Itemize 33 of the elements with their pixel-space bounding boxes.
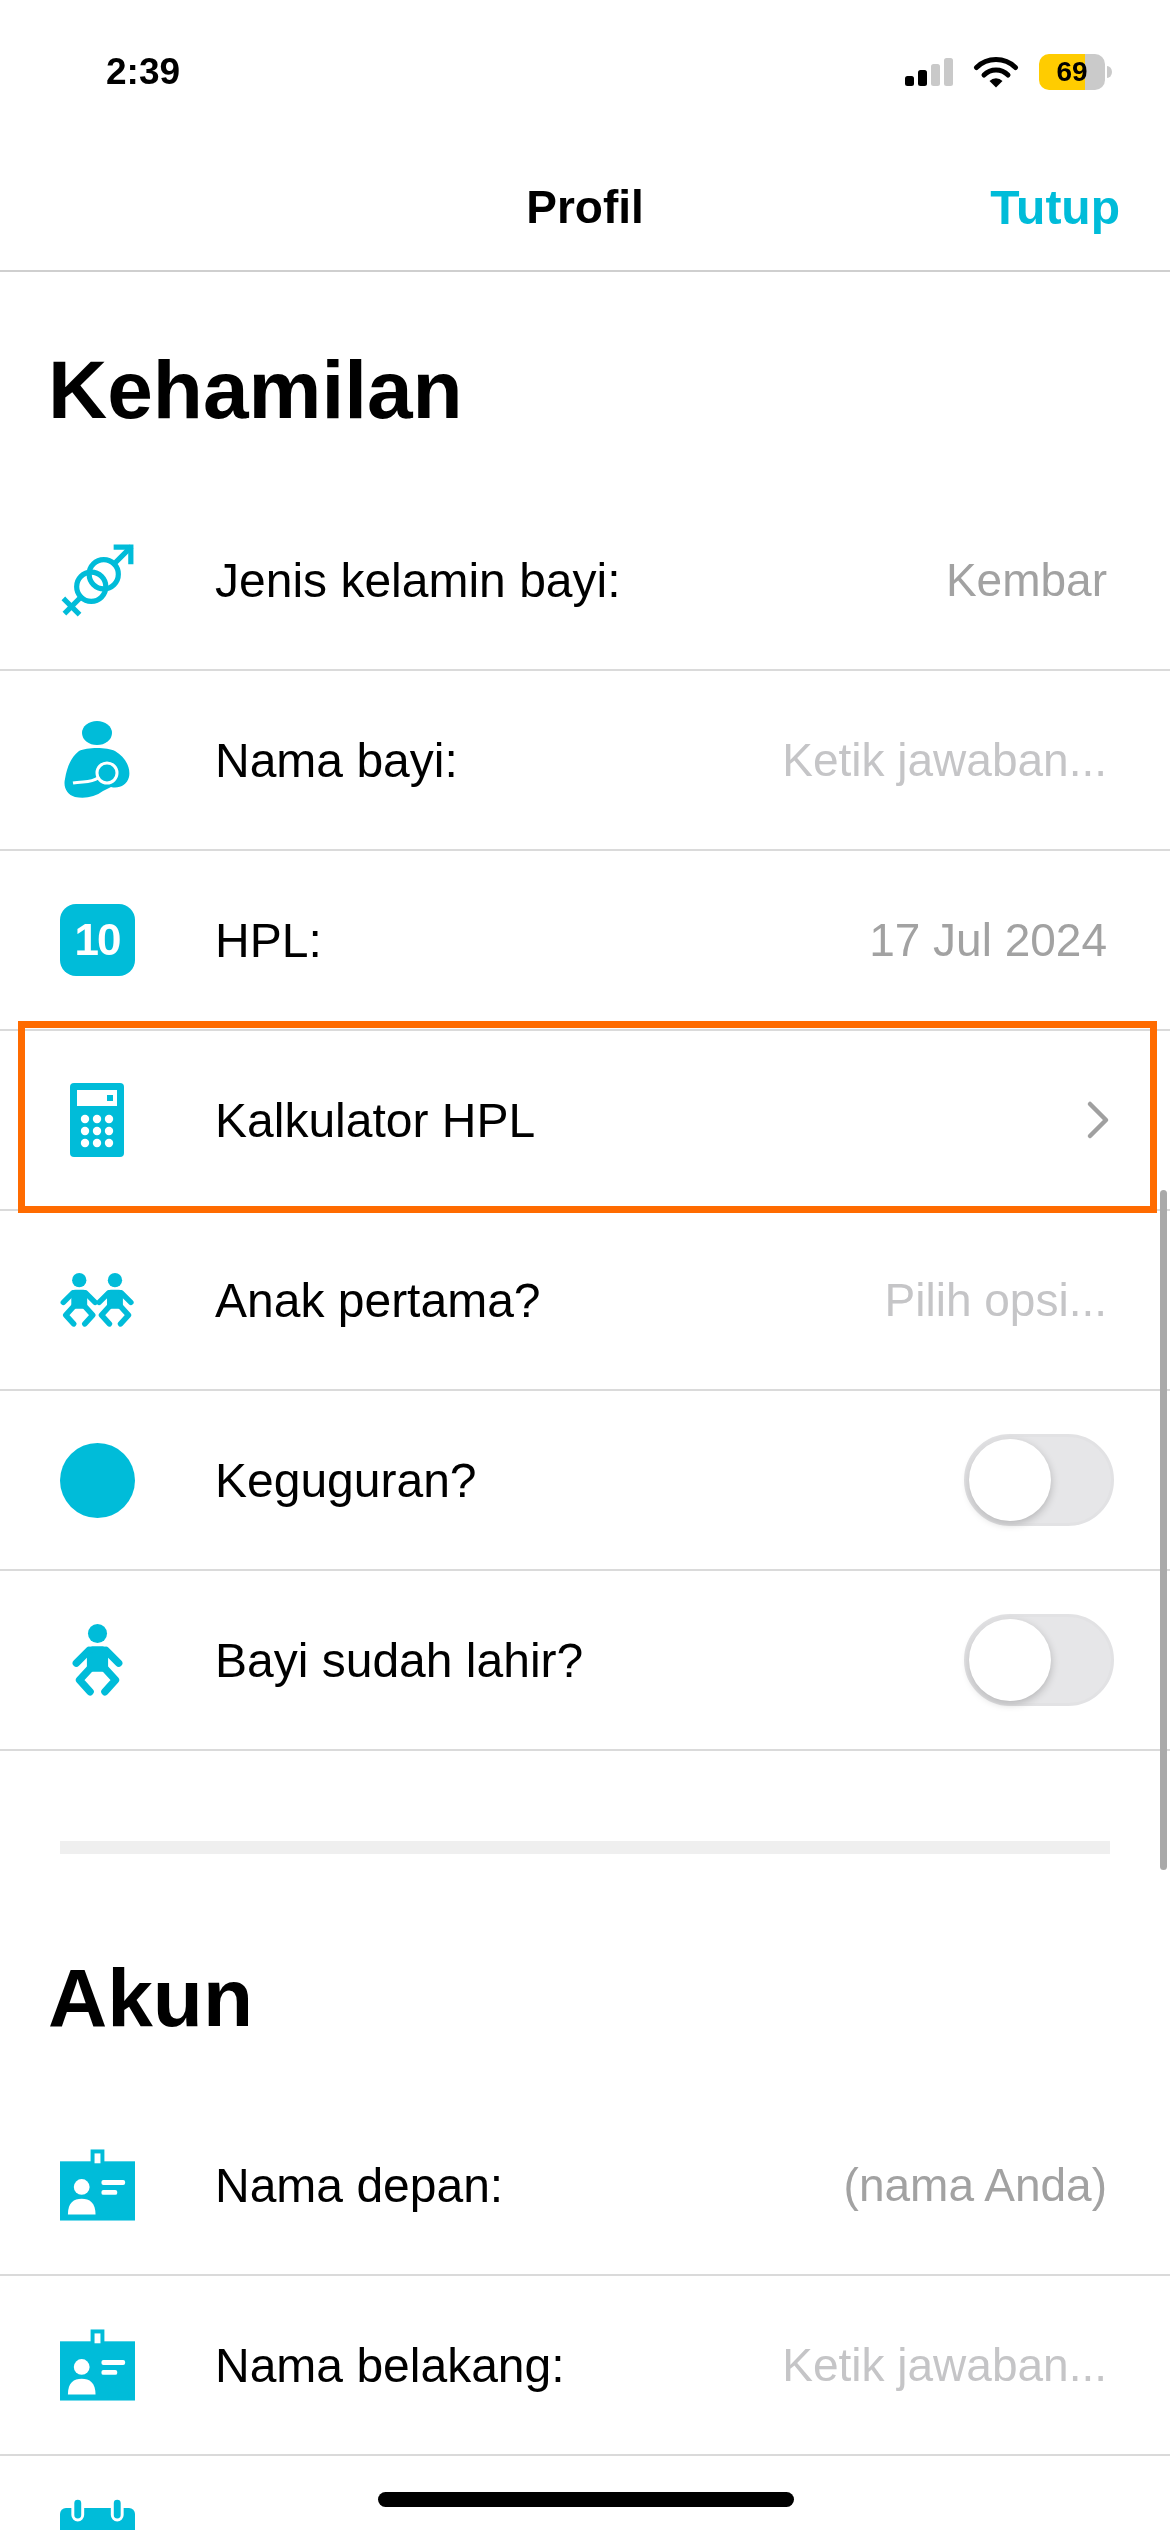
text-input[interactable]: Ketik jawaban... bbox=[782, 2337, 1107, 2393]
option-picker[interactable]: Kembar bbox=[945, 553, 1107, 607]
menu-link[interactable]: Kalkulator HPL bbox=[215, 1092, 536, 1148]
calculator-icon bbox=[70, 1083, 124, 1157]
two-babies-icon bbox=[59, 1273, 135, 1327]
circle-icon bbox=[59, 1442, 135, 1518]
gender-symbols-icon bbox=[59, 542, 135, 618]
field-label: Nama bayi: bbox=[215, 732, 458, 788]
option-picker[interactable]: Pilih opsi... bbox=[884, 1273, 1107, 1327]
text-input[interactable]: (nama Anda) bbox=[843, 2157, 1107, 2213]
wifi-icon bbox=[973, 55, 1019, 89]
close-button[interactable]: Tutup bbox=[990, 179, 1120, 235]
text-input[interactable]: Ketik jawaban... bbox=[782, 732, 1107, 788]
signal-icon bbox=[905, 58, 953, 86]
id-card-icon bbox=[59, 2329, 135, 2401]
option-picker[interactable]: 17 Jul 2024 bbox=[869, 913, 1107, 967]
field-label: Nama depan: bbox=[215, 2157, 504, 2213]
chevron-right-icon bbox=[1086, 1100, 1110, 1140]
mother-baby-icon bbox=[63, 721, 131, 799]
field-label: HPL: bbox=[215, 912, 322, 968]
battery-tip-icon bbox=[1107, 66, 1112, 78]
baby-icon bbox=[71, 1624, 123, 1696]
field-label: Anak pertama? bbox=[215, 1272, 541, 1328]
section-heading: Kehamilan bbox=[48, 345, 463, 436]
section-heading: Akun bbox=[48, 1952, 253, 2044]
field-label: Bayi sudah lahir? bbox=[215, 1632, 584, 1688]
field-label: Nama belakang: bbox=[215, 2337, 565, 2393]
field-label: Jenis kelamin bayi: bbox=[215, 552, 621, 608]
id-card-icon bbox=[59, 2149, 135, 2221]
field-label: Keguguran? bbox=[215, 1452, 477, 1508]
nav-title: Profil bbox=[526, 180, 644, 234]
status-time: 2:39 bbox=[106, 51, 181, 93]
calendar-day-icon: 10 bbox=[59, 904, 135, 976]
